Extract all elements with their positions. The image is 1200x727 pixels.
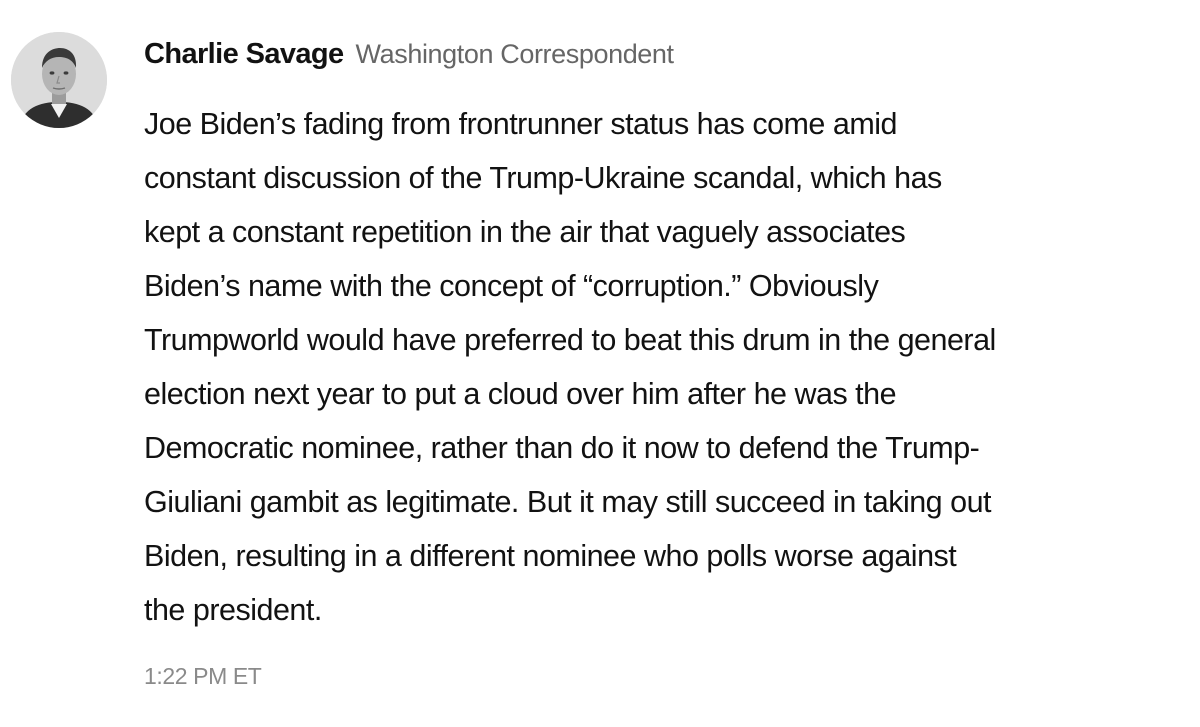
post-body-line: Giuliani gambit as legitimate. But it ma… bbox=[144, 485, 992, 519]
post-body-line: Democratic nominee, rather than do it no… bbox=[144, 431, 980, 465]
post-body-line: kept a constant repetition in the air th… bbox=[144, 215, 906, 249]
author-name[interactable]: Charlie Savage bbox=[144, 38, 344, 71]
post-body-line: election next year to put a cloud over h… bbox=[144, 377, 897, 411]
post-body-line: Biden’s name with the concept of “corrup… bbox=[144, 269, 879, 303]
author-title: Washington Correspondent bbox=[355, 39, 674, 69]
post-body-line: Biden, resulting in a different nominee … bbox=[144, 539, 957, 573]
post-body-line: Trumpworld would have preferred to beat … bbox=[144, 323, 996, 357]
author-portrait-icon bbox=[11, 32, 107, 128]
post-body-line: the president. bbox=[144, 593, 322, 627]
post-body-line: constant discussion of the Trump-Ukraine… bbox=[144, 161, 942, 195]
byline: Charlie Savage Washington Correspondent bbox=[144, 38, 674, 78]
post-body: Joe Biden’s fading from frontrunner stat… bbox=[144, 97, 1189, 637]
author-avatar bbox=[11, 32, 107, 128]
live-update-post: Charlie Savage Washington Correspondent … bbox=[0, 0, 1200, 727]
post-body-line: Joe Biden’s fading from frontrunner stat… bbox=[144, 107, 897, 141]
post-timestamp: 1:22 PM ET bbox=[144, 663, 262, 689]
